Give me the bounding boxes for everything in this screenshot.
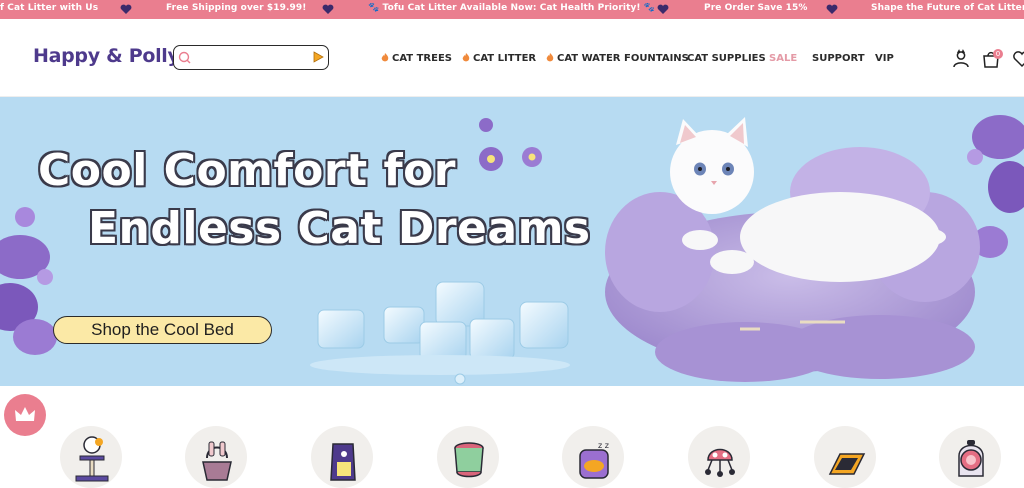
heart-icon <box>120 4 132 15</box>
flame-icon <box>381 53 389 62</box>
category-water-fountains[interactable] <box>437 426 499 488</box>
search-input[interactable] <box>194 48 304 66</box>
nav-cat-litter[interactable]: CAT LITTER <box>462 53 536 64</box>
cat-bed-icon: z z <box>579 441 609 479</box>
cat-tree-icon <box>75 436 109 482</box>
heart-icon <box>322 4 334 15</box>
rewards-button[interactable] <box>4 394 46 436</box>
nav-cat-water-fountains[interactable]: CAT WATER FOUNTAINS <box>546 53 689 64</box>
wishlist-heart-icon[interactable] <box>1012 49 1024 69</box>
lavender-flowers-left <box>0 207 57 355</box>
crown-icon <box>15 407 35 421</box>
nav-support[interactable]: SUPPORT <box>812 53 865 64</box>
cart-count-badge: 0 <box>993 49 1003 59</box>
hero-title-line1: Cool Comfort for <box>38 145 457 196</box>
site-header: Happy & Polly CAT TREES CAT LITTER CAT W… <box>0 19 1024 97</box>
category-cat-trees[interactable] <box>60 426 122 488</box>
announcement-item[interactable]: Pre Order Save 15% <box>704 3 807 13</box>
site-logo[interactable]: Happy & Polly <box>33 45 180 67</box>
search-icon <box>178 51 191 64</box>
heart-icon <box>657 4 669 15</box>
account-icon[interactable] <box>951 49 971 69</box>
announcement-item[interactable]: 🐾 Tofu Cat Litter Available Now: Cat Hea… <box>368 3 655 13</box>
category-carriers[interactable] <box>939 426 1001 488</box>
nav-label: CAT TREES <box>392 53 452 64</box>
nav-sale[interactable]: SALE <box>769 53 797 64</box>
announcement-item[interactable]: Shape the Future of Cat Litter wi <box>871 3 1024 13</box>
nav-cat-trees[interactable]: CAT TREES <box>381 53 452 64</box>
cat-backpack-icon <box>958 440 984 477</box>
water-fountain-icon <box>454 442 484 478</box>
category-smart-devices[interactable] <box>688 426 750 488</box>
svg-text:z z: z z <box>598 441 609 450</box>
search-bar <box>173 45 329 70</box>
flame-icon <box>546 53 554 62</box>
hero-banner[interactable]: Cool Comfort for Endless Cat Dreams Shop… <box>0 97 1024 386</box>
scratcher-icon <box>828 453 866 475</box>
nav-cat-supplies[interactable]: CAT SUPPLIES <box>687 53 766 64</box>
category-cat-beds[interactable]: z z <box>562 426 624 488</box>
category-scratchers[interactable] <box>814 426 876 488</box>
category-cat-litter[interactable] <box>185 426 247 488</box>
hero-title-line2: Endless Cat Dreams <box>88 203 591 254</box>
announcement-item[interactable]: Free Shipping over $19.99! <box>166 3 306 13</box>
flame-icon <box>462 53 470 62</box>
litter-box-icon <box>202 441 232 481</box>
announcement-item[interactable]: f Cat Litter with Us <box>0 3 98 13</box>
ice-cubes <box>310 281 570 385</box>
shop-cool-bed-button[interactable]: Shop the Cool Bed <box>53 316 272 344</box>
nav-label: CAT LITTER <box>473 53 537 64</box>
smart-feeder-icon <box>705 448 735 477</box>
nav-label: CAT WATER FOUNTAINS <box>557 53 689 64</box>
announcement-bar: f Cat Litter with Us Free Shipping over … <box>0 0 1024 19</box>
category-litter-bag[interactable] <box>311 426 373 488</box>
heart-icon <box>826 4 838 15</box>
floating-flowers <box>479 118 542 171</box>
search-submit-icon[interactable] <box>311 50 325 64</box>
litter-bag-icon <box>330 443 356 481</box>
nav-vip[interactable]: VIP <box>875 53 894 64</box>
